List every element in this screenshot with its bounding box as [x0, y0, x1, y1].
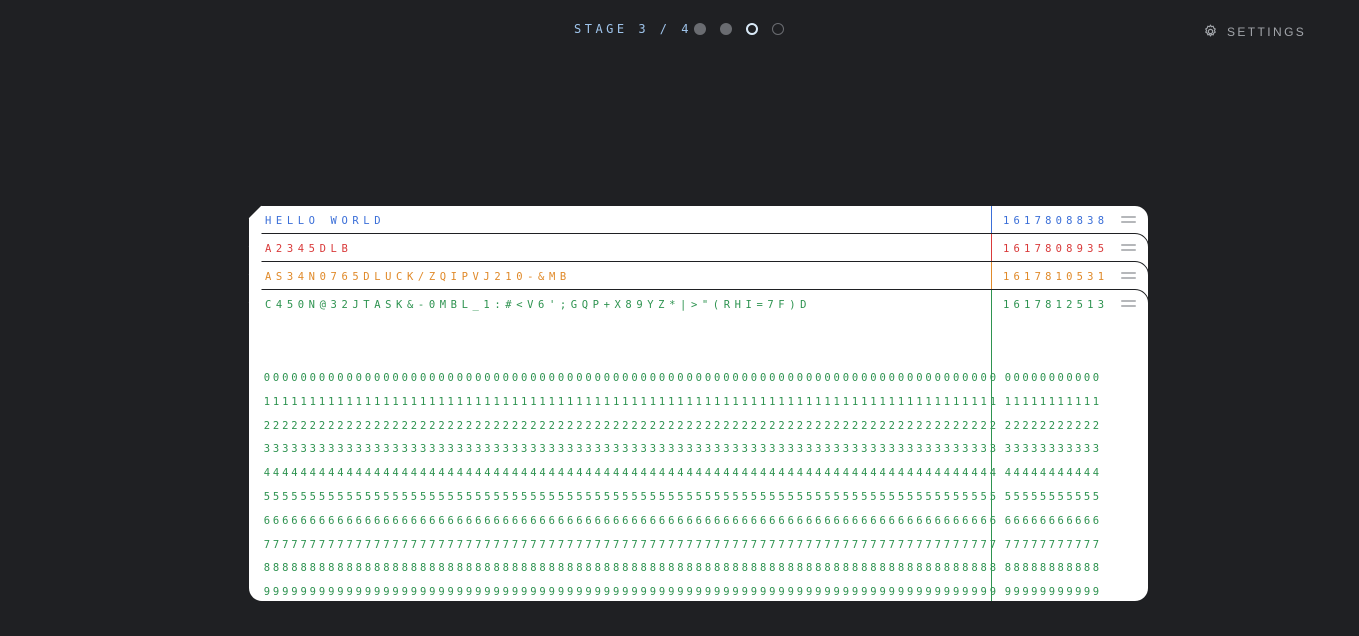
punch-cell[interactable]: 6 — [987, 511, 999, 531]
punch-cell[interactable]: 9 — [1090, 582, 1102, 602]
stage-dots — [694, 23, 784, 35]
punch-cell[interactable]: 4 — [1090, 463, 1102, 483]
punch-cell[interactable]: 9 — [987, 582, 999, 602]
punch-cell[interactable]: 1 — [1090, 392, 1102, 412]
drag-handle[interactable] — [1121, 216, 1136, 224]
punch-cell[interactable]: 0 — [987, 368, 999, 388]
punch-cell[interactable]: 1 — [987, 392, 999, 412]
card-number: 1617810531 — [1003, 271, 1109, 283]
punch-cell[interactable]: 6 — [1090, 511, 1102, 531]
punch-cell[interactable]: 3 — [987, 439, 999, 459]
punch-cell[interactable]: 5 — [1090, 487, 1102, 507]
punch-cell[interactable]: 8 — [1090, 558, 1102, 578]
punch-cell[interactable]: 0 — [1090, 368, 1102, 388]
punch-row-5: 5555555555555555555555555555555555555555… — [249, 487, 1149, 507]
settings-button[interactable]: SETTINGS — [1203, 24, 1306, 39]
card-text: HELLO WORLD — [265, 215, 386, 227]
punch-row-3: 3333333333333333333333333333333333333333… — [249, 439, 1149, 459]
stage-dot-1[interactable] — [694, 23, 706, 35]
card-text: A2345DLB — [265, 243, 353, 255]
card-text: AS34N0765DLUCK/ZQIPVJ210-&MB — [265, 271, 571, 283]
punch-cell[interactable]: 7 — [987, 535, 999, 555]
stage-dot-4[interactable] — [772, 23, 784, 35]
stage-dot-3[interactable] — [746, 23, 758, 35]
punch-cell[interactable]: 8 — [987, 558, 999, 578]
punch-row-1: 1111111111111111111111111111111111111111… — [249, 392, 1149, 412]
punch-row-9: 9999999999999999999999999999999999999999… — [249, 582, 1149, 602]
gear-icon — [1205, 24, 1216, 37]
drag-handle[interactable] — [1121, 244, 1136, 252]
punch-row-2: 2222222222222222222222222222222222222222… — [249, 416, 1149, 436]
punch-row-7: 7777777777777777777777777777777777777777… — [249, 535, 1149, 555]
card-number: 1617812513 — [1003, 299, 1109, 311]
top-bar: STAGE 3 / 4 SETTINGS — [0, 0, 1359, 60]
card-number: 1617808838 — [1003, 215, 1109, 227]
stage-indicator: STAGE 3 / 4 — [574, 22, 692, 36]
punch-row-6: 6666666666666666666666666666666666666666… — [249, 511, 1149, 531]
punch-cell[interactable]: 2 — [1090, 416, 1102, 436]
stage-dot-2[interactable] — [720, 23, 732, 35]
card-text: C450N@32JTASK&-0MBL_1:#<V6';GQP+X89YZ*|>… — [265, 299, 812, 311]
card-number: 1617808935 — [1003, 243, 1109, 255]
punch-cell[interactable]: 5 — [987, 487, 999, 507]
punch-card-4[interactable]: C450N@32JTASK&-0MBL_1:#<V6';GQP+X89YZ*|>… — [248, 289, 1149, 602]
card-deck: HELLO WORLD 1617808838 A2345DLB 16178089… — [248, 205, 1149, 602]
punch-cell[interactable]: 3 — [1090, 439, 1102, 459]
settings-label: SETTINGS — [1227, 24, 1307, 39]
punch-cell[interactable]: 7 — [1090, 535, 1102, 555]
punch-row-0: 0000000000000000000000000000000000000000… — [249, 368, 1149, 388]
punch-row-4: 4444444444444444444444444444444444444444… — [249, 463, 1149, 483]
drag-handle[interactable] — [1121, 272, 1136, 280]
punch-row-8: 8888888888888888888888888888888888888888… — [249, 558, 1149, 578]
punch-cell[interactable]: 2 — [987, 416, 999, 436]
drag-handle[interactable] — [1121, 300, 1136, 308]
punch-cell[interactable]: 4 — [987, 463, 999, 483]
